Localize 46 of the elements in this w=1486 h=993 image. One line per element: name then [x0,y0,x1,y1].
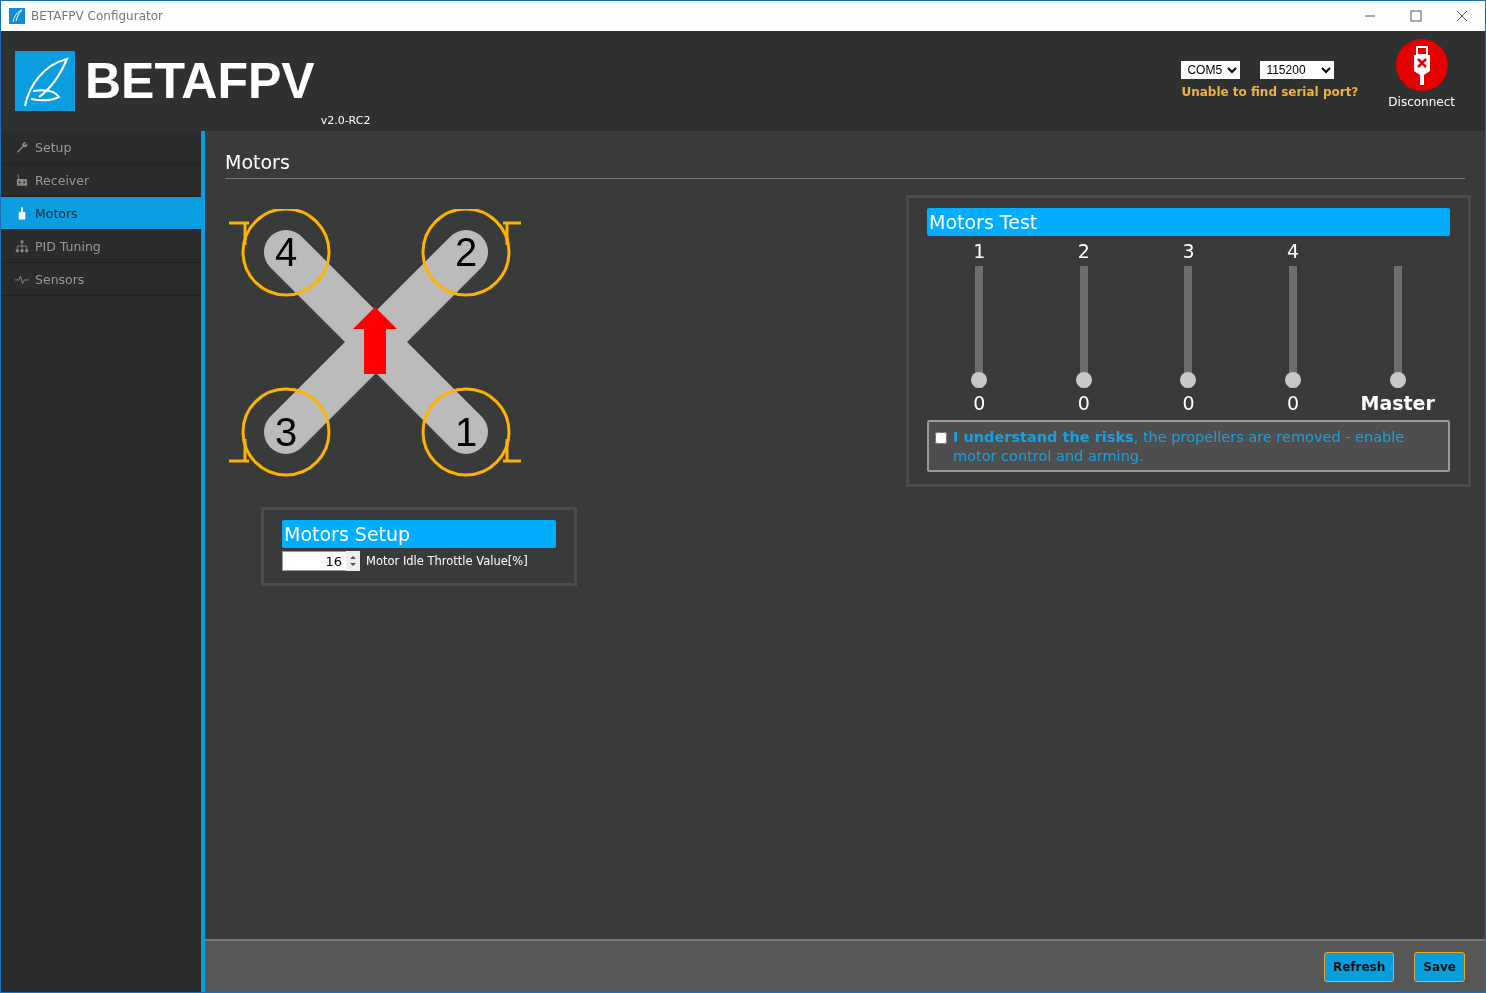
port-select[interactable]: COM5 [1181,61,1241,79]
motor-label: 3 [1182,239,1195,264]
motor-value: 0 [973,392,986,414]
motor-value: 0 [1182,392,1195,414]
brand-name: BETAFPV [85,52,315,111]
risk-checkbox[interactable] [935,432,947,444]
spinner-arrows-icon[interactable] [346,551,360,571]
idle-throttle-field[interactable]: 16 [282,551,346,571]
footer-button[interactable]: Save [1414,951,1465,982]
motor-number: 4 [274,230,298,274]
window-title: BETAFPV Configurator [31,9,163,23]
disconnect-label: Disconnect [1388,95,1455,109]
motor-value: 0 [1077,392,1090,414]
usb-plug-icon [1411,45,1432,85]
sidebar-item[interactable]: Motors [1,197,201,230]
port-help-link[interactable]: Unable to find serial port? [1181,85,1359,99]
slider-thumb[interactable] [1389,372,1406,388]
slider-thumb[interactable] [1180,372,1197,388]
wrench-icon [15,139,29,155]
slider-thumb[interactable] [1285,372,1302,388]
baud-select[interactable]: 115200 [1260,61,1335,79]
motor-value: 0 [1287,392,1300,414]
idle-throttle-label: Motor Idle Throttle Value[%] [366,554,528,568]
feather-logo-icon [15,51,75,111]
sidebar-item[interactable]: Setup [1,131,201,164]
version-label: v2.0-RC2 [320,114,371,127]
panel-header: Motors Setup [282,520,556,548]
master-label: Master [1360,392,1435,414]
page-title: Motors [225,151,1465,179]
disconnect-button[interactable] [1395,39,1448,91]
motor-label: 1 [973,239,986,264]
motor-number: 3 [274,410,298,454]
footer-button[interactable]: Refresh [1323,951,1395,982]
sidebar-item[interactable]: PID Tuning [1,230,201,263]
motor-label: 2 [1077,239,1090,264]
slider-thumb[interactable] [1075,372,1092,388]
slider-thumb[interactable] [971,372,988,388]
panel-header: Motors Test [927,208,1450,236]
sidebar-item[interactable]: Sensors [1,263,201,296]
hierarchy-icon [15,238,29,254]
radio-transmitter-icon [15,172,29,188]
motor-number: 1 [454,410,478,454]
risk-text: I understand the risks, the propellers are removed - enable motor control and arming. [953,428,1406,466]
motor-number: 2 [454,230,478,274]
motor-label: 4 [1287,239,1300,264]
app-logo-icon [9,8,25,24]
